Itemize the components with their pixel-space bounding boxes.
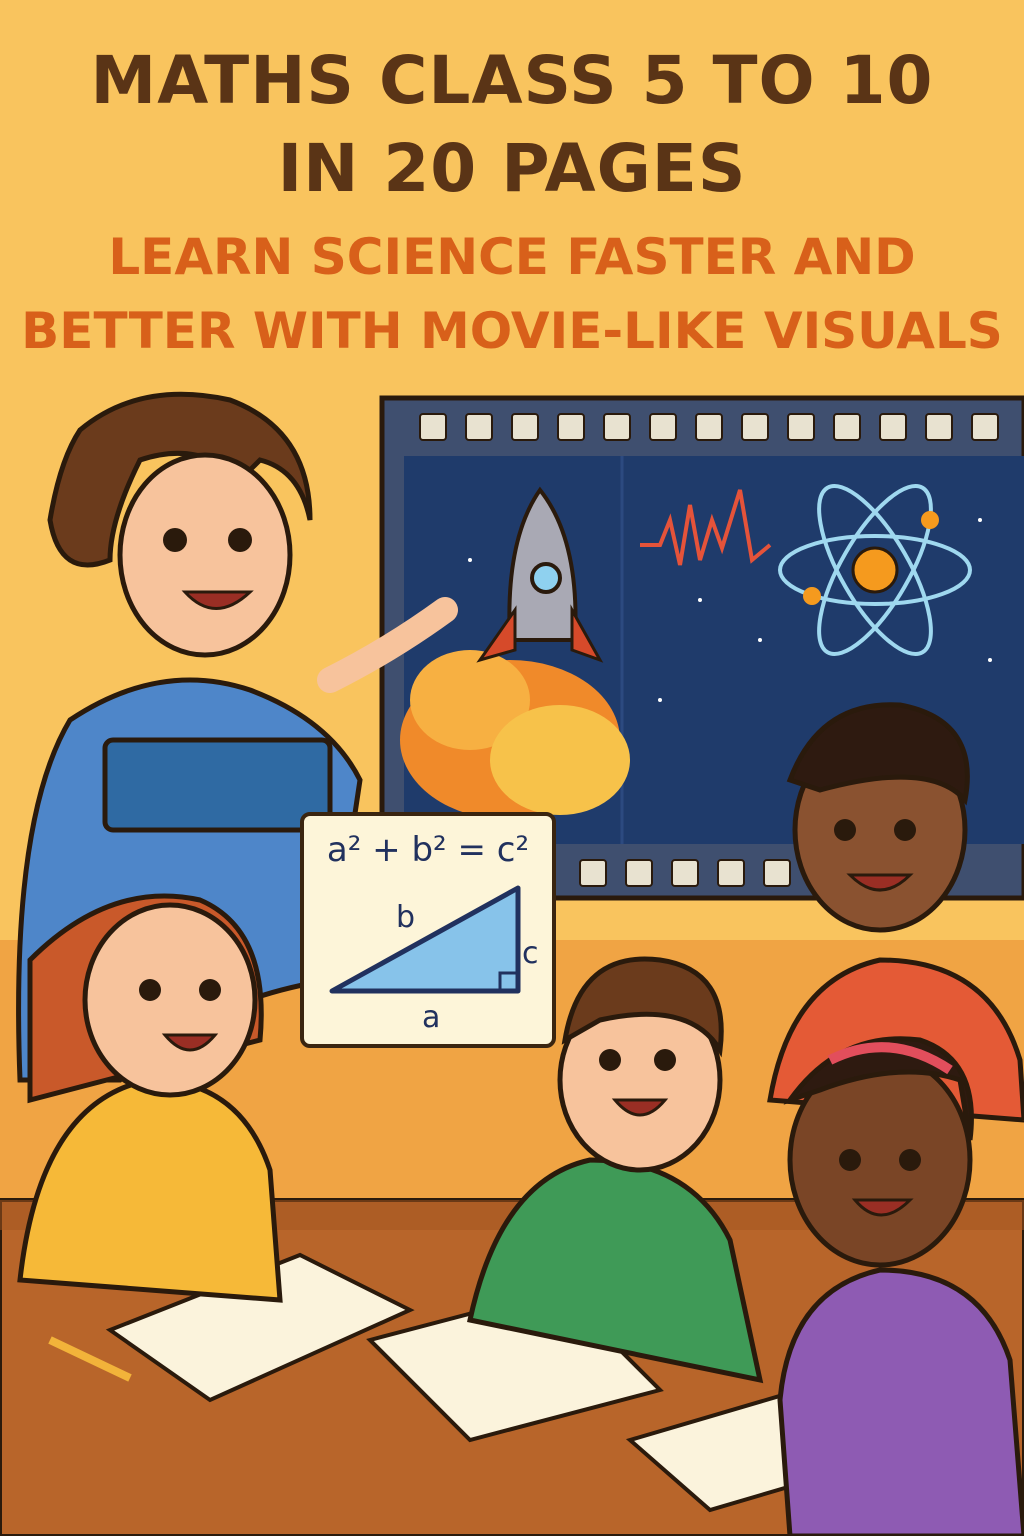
cover-subtitle-line1: LEARN SCIENCE FASTER AND <box>108 228 916 286</box>
cover-subtitle-line2: BETTER WITH MOVIE-LIKE VISUALS <box>21 302 1003 360</box>
side-label-c: c <box>522 936 539 971</box>
side-label-b: b <box>396 900 416 935</box>
cover-title-line1: MATHS CLASS 5 TO 10 <box>90 42 934 119</box>
cover-title-line2: IN 20 PAGES <box>277 130 747 207</box>
pythagoras-card: a² + b² = c² b c a <box>300 812 556 1048</box>
book-cover: MATHS CLASS 5 TO 10 IN 20 PAGES LEARN SC… <box>0 0 1024 1536</box>
side-label-a: a <box>422 1000 441 1035</box>
